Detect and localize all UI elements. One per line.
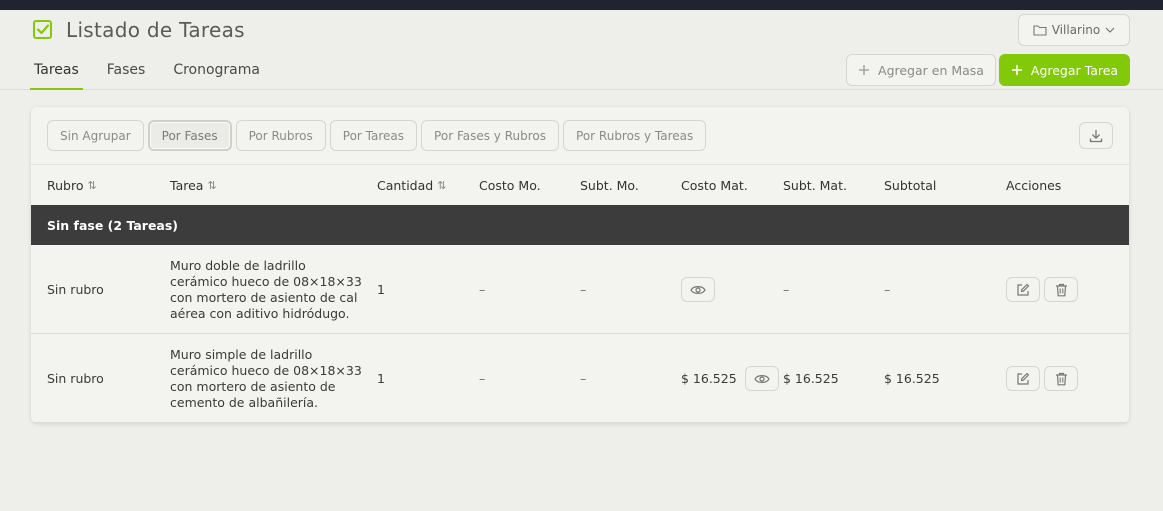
edit-icon — [1016, 283, 1030, 297]
download-icon — [1089, 129, 1103, 143]
group-by-rubros-button[interactable]: Por Rubros — [235, 120, 326, 151]
column-label: Tarea — [170, 178, 204, 193]
eye-icon — [753, 373, 770, 385]
group-by-rubros-tasks-button[interactable]: Por Rubros y Tareas — [563, 120, 707, 151]
edit-icon — [1016, 372, 1030, 386]
actions-cell — [1006, 245, 1078, 334]
download-button[interactable] — [1079, 122, 1113, 149]
costo-mat-value: $ 16.525 — [681, 371, 737, 386]
plus-icon — [1011, 64, 1023, 76]
costo-mat-cell — [681, 245, 715, 334]
window-top-bar — [0, 0, 1163, 10]
page-title: Listado de Tareas — [66, 18, 245, 42]
project-name: Villarino — [1051, 23, 1101, 37]
actions-cell — [1006, 334, 1078, 423]
edit-button[interactable] — [1006, 277, 1040, 302]
column-header-subtotal: Subtotal — [884, 178, 937, 193]
subt-mat-cell: – — [783, 282, 790, 297]
delete-button[interactable] — [1044, 366, 1078, 391]
task-description: Muro simple de ladrillo cerámico hueco d… — [170, 346, 362, 410]
tarea-cell: Muro doble de ladrillo cerámico hueco de… — [170, 245, 365, 334]
subtotal-cell: – — [884, 282, 891, 297]
checkbox-checked-icon — [32, 19, 54, 41]
table-header: Rubro ⇅ Tarea ⇅ Cantidad ⇅ Costo Mo. Sub… — [31, 164, 1129, 205]
column-label: Rubro — [47, 178, 84, 193]
trash-icon — [1055, 372, 1068, 386]
subt-mo-cell: – — [580, 282, 587, 297]
folder-icon — [1033, 24, 1047, 36]
tab-tareas[interactable]: Tareas — [30, 58, 83, 90]
column-header-subt-mat: Subt. Mat. — [783, 178, 847, 193]
subt-mat-cell: $ 16.525 — [783, 371, 839, 386]
add-task-button[interactable]: Agregar Tarea — [999, 54, 1130, 86]
tab-cronograma[interactable]: Cronograma — [169, 58, 264, 90]
group-by-phases-button[interactable]: Por Fases — [147, 120, 232, 151]
table-row: Sin rubro Muro doble de ladrillo cerámic… — [31, 245, 1129, 334]
costo-mo-cell: – — [479, 371, 486, 386]
rubro-cell: Sin rubro — [47, 282, 104, 297]
tasks-card: Sin Agrupar Por Fases Por Rubros Por Tar… — [31, 107, 1129, 423]
costo-mat-cell: $ 16.525 — [681, 334, 779, 423]
group-none-button[interactable]: Sin Agrupar — [47, 120, 144, 151]
sort-icon: ⇅ — [87, 179, 97, 192]
trash-icon — [1055, 283, 1068, 297]
group-by-phases-rubros-button[interactable]: Por Fases y Rubros — [421, 120, 560, 151]
phase-group-row[interactable]: Sin fase (2 Tareas) — [31, 205, 1129, 245]
edit-button[interactable] — [1006, 366, 1040, 391]
eye-icon — [690, 284, 706, 296]
view-materials-button[interactable] — [744, 366, 779, 391]
mass-add-button[interactable]: Agregar en Masa — [846, 54, 996, 86]
tarea-cell: Muro simple de ladrillo cerámico hueco d… — [170, 334, 365, 423]
column-header-acciones: Acciones — [1006, 178, 1062, 193]
column-header-costo-mat: Costo Mat. — [681, 178, 748, 193]
group-by-tasks-button[interactable]: Por Tareas — [329, 120, 418, 151]
column-header-cantidad[interactable]: Cantidad ⇅ — [377, 165, 446, 206]
column-header-rubro[interactable]: Rubro ⇅ — [47, 165, 97, 206]
column-header-tarea[interactable]: Tarea ⇅ — [170, 165, 217, 206]
delete-button[interactable] — [1044, 277, 1078, 302]
subtotal-cell: $ 16.525 — [884, 371, 940, 386]
tab-bar: Tareas Fases Cronograma — [30, 58, 284, 90]
cantidad-cell: 1 — [377, 282, 385, 297]
task-description: Muro doble de ladrillo cerámico hueco de… — [170, 257, 362, 321]
column-header-costo-mo: Costo Mo. — [479, 178, 541, 193]
sort-icon: ⇅ — [207, 179, 217, 192]
plus-icon — [858, 64, 870, 76]
add-task-label: Agregar Tarea — [1030, 62, 1119, 78]
cantidad-cell: 1 — [377, 371, 385, 386]
sort-icon: ⇅ — [437, 179, 447, 192]
title-wrap: Listado de Tareas — [32, 18, 245, 42]
subt-mo-cell: – — [580, 371, 587, 386]
column-label: Cantidad — [377, 178, 434, 193]
page-header: Listado de Tareas Villarino Tareas Fases… — [0, 10, 1163, 90]
column-header-subt-mo: Subt. Mo. — [580, 178, 639, 193]
project-select[interactable]: Villarino — [1018, 14, 1130, 46]
grouping-bar: Sin Agrupar Por Fases Por Rubros Por Tar… — [47, 120, 707, 151]
costo-mo-cell: – — [479, 282, 486, 297]
chevron-down-icon — [1105, 27, 1115, 33]
tab-fases[interactable]: Fases — [103, 58, 150, 90]
rubro-cell: Sin rubro — [47, 371, 104, 386]
view-materials-button[interactable] — [681, 277, 715, 302]
table-row: Sin rubro Muro simple de ladrillo cerámi… — [31, 334, 1129, 423]
mass-add-label: Agregar en Masa — [878, 62, 984, 78]
